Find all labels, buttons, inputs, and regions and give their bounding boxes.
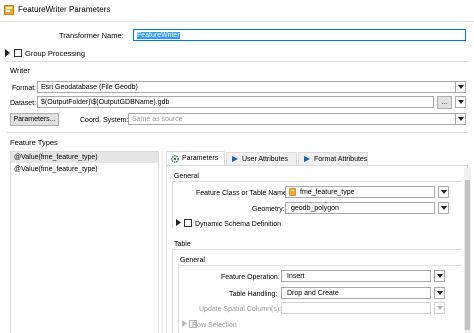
transformer-name-label: Transformer Name:: [59, 31, 124, 40]
update-spatial-label: Update Spatial Column(s):: [199, 306, 282, 313]
table-handling-select[interactable]: Drop and Create: [281, 287, 431, 299]
scrollbar[interactable]: [464, 168, 471, 333]
expand-arrow-icon[interactable]: [176, 219, 181, 226]
app-icon: [4, 5, 14, 15]
transformer-name-value: FeatureWriter: [137, 32, 180, 39]
dataset-value: $(OutputFolder)\$(OutputGDBName).gdb: [41, 99, 170, 106]
divider: [6, 61, 468, 62]
window-title: FeatureWriter Parameters: [18, 5, 111, 14]
chevron-down-icon[interactable]: [455, 96, 466, 108]
chevron-down-icon[interactable]: [434, 302, 445, 314]
geometry-label: Geometry:: [252, 206, 285, 213]
parameters-button[interactable]: Parameters...: [10, 113, 59, 126]
dynamic-schema-checkbox[interactable]: [184, 219, 192, 227]
dataset-label: Dataset:: [10, 100, 37, 107]
scrollbar-thumb[interactable]: [465, 180, 470, 330]
chevron-down-icon[interactable]: [455, 81, 466, 93]
divider: [6, 132, 468, 133]
browse-button[interactable]: ...: [437, 96, 452, 109]
chevron-down-icon[interactable]: [438, 202, 449, 214]
dataset-input[interactable]: $(OutputFolder)\$(OutputGDBName).gdb: [37, 96, 434, 108]
feature-class-label: Feature Class or Table Name:: [196, 190, 289, 197]
tab-format-attributes[interactable]: Format Attributes: [298, 152, 368, 166]
feature-operation-select[interactable]: Insert: [281, 270, 431, 282]
table-general-label: General: [180, 257, 205, 264]
attribute-value-icon: [289, 188, 296, 196]
format-attributes-icon: [304, 156, 310, 162]
user-attributes-icon: [232, 156, 238, 162]
feature-class-value: fme_feature_type: [300, 189, 355, 196]
expand-arrow-icon[interactable]: [5, 49, 11, 57]
update-spatial-select[interactable]: [281, 302, 431, 314]
title-bar: FeatureWriter Parameters: [0, 0, 474, 22]
table-handling-value: Drop and Create: [287, 290, 339, 297]
format-select[interactable]: Esri Geodatabase (File Geodb): [37, 81, 458, 93]
feature-class-input[interactable]: fme_feature_type: [285, 186, 435, 198]
feature-operation-value: Insert: [287, 273, 305, 280]
table-section-label: Table: [174, 241, 191, 248]
coord-system-input[interactable]: Same as source: [128, 113, 456, 125]
tab-label: Parameters: [182, 155, 219, 162]
chevron-down-icon[interactable]: [438, 186, 449, 198]
chevron-down-icon[interactable]: [434, 287, 445, 299]
list-item[interactable]: @Value(fme_feature_type): [11, 164, 158, 175]
splitter-handle[interactable]: [161, 151, 164, 333]
geometry-input[interactable]: geodb_polygon: [285, 202, 435, 214]
list-item-label: @Value(fme_feature_type): [14, 166, 98, 173]
chevron-down-icon[interactable]: [455, 113, 466, 125]
feature-types-list: @Value(fme_feature_type) @Value(fme_feat…: [10, 151, 159, 333]
group-processing-checkbox[interactable]: [14, 49, 22, 57]
coord-system-placeholder: Same as source: [132, 116, 183, 123]
format-label: Format:: [12, 85, 37, 92]
feature-operation-label: Feature Operation:: [221, 274, 280, 281]
coord-system-label: Coord. System:: [80, 117, 129, 124]
row-selection-label: Row Selection: [192, 322, 237, 329]
list-item-label: @Value(fme_feature_type): [14, 154, 98, 161]
transformer-name-input[interactable]: FeatureWriter: [133, 29, 466, 41]
chevron-down-icon[interactable]: [434, 270, 445, 282]
geometry-value: geodb_polygon: [291, 205, 339, 212]
dynamic-schema-label: Dynamic Schema Definition: [195, 221, 281, 228]
format-value: Esri Geodatabase (File Geodb): [41, 84, 138, 91]
feature-types-label: Feature Types: [10, 138, 58, 147]
expand-arrow-icon[interactable]: [182, 320, 187, 327]
group-processing-label: Group Processing: [25, 49, 86, 58]
list-item[interactable]: @Value(fme_feature_type): [11, 152, 158, 163]
writer-section-label: Writer: [10, 66, 30, 75]
general-label: General: [174, 173, 199, 180]
tab-parameters[interactable]: Parameters: [166, 151, 225, 166]
table-handling-label: Table Handling:: [229, 291, 278, 298]
gear-icon: [171, 155, 179, 163]
tab-user-attributes[interactable]: User Attributes: [226, 152, 297, 166]
